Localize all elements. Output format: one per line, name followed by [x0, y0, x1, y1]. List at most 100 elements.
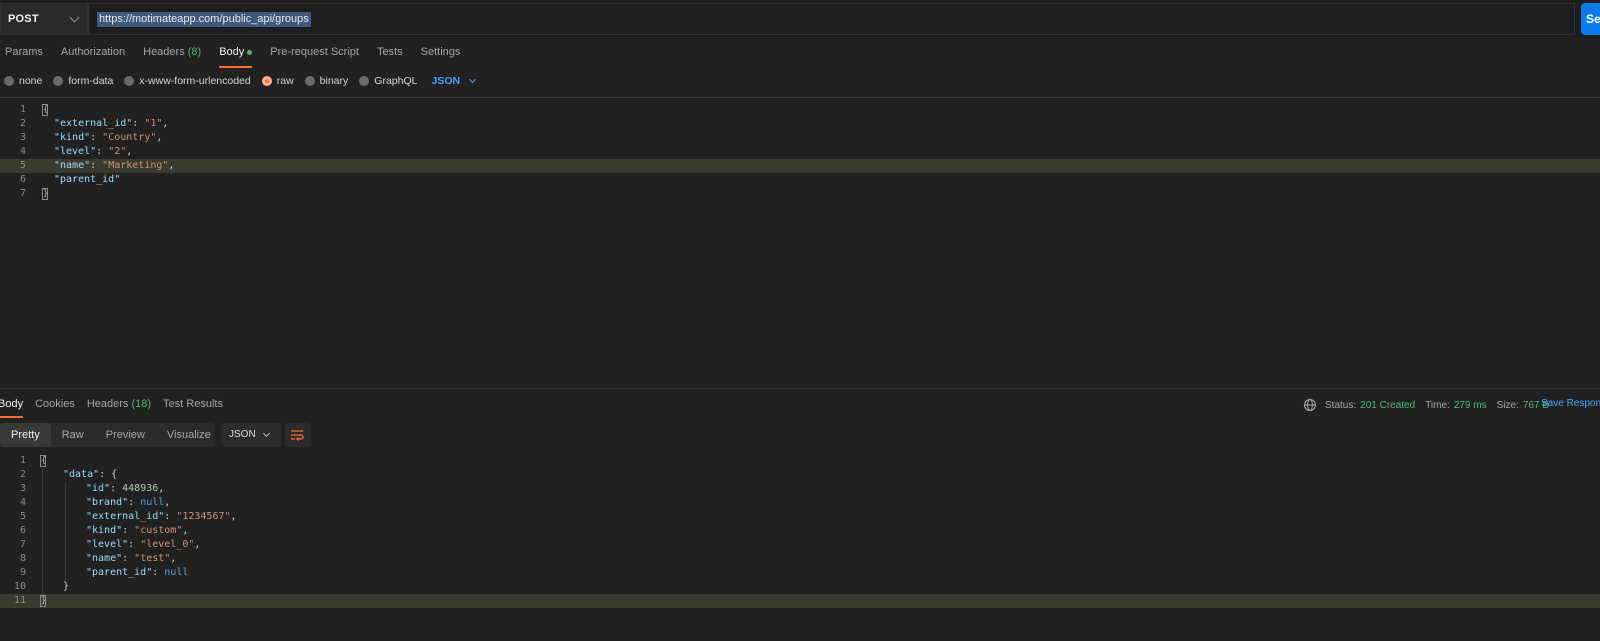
code-line[interactable]: 4 "level": "2",	[0, 145, 1600, 159]
response-format-label: JSON	[229, 429, 256, 440]
tab-response-body[interactable]: Body	[0, 396, 29, 418]
request-body-editor[interactable]: 1{2 "external_id": "1", 3 "kind": "Country"…	[0, 103, 1600, 201]
size-label: Size:	[1496, 399, 1519, 411]
radio-icon	[53, 76, 64, 86]
tab-response-headers[interactable]: Headers (18)	[81, 396, 157, 418]
wrap-lines-button[interactable]	[285, 423, 310, 447]
time-value[interactable]: 279 ms	[1454, 400, 1487, 411]
tab-label: Settings	[420, 46, 461, 58]
pane-divider[interactable]	[0, 388, 1600, 389]
tab-authorization[interactable]: Authorization	[52, 40, 134, 68]
line-number: 11	[13, 595, 26, 606]
view-visualize[interactable]: Visualize	[156, 423, 222, 447]
response-body-viewer[interactable]: 1{2 "data": {3 "id": 448936, 4 "brand": null…	[0, 454, 1600, 608]
line-number: 2	[19, 469, 26, 480]
indent-guide	[42, 468, 43, 594]
json-key: "level"	[54, 146, 97, 157]
tab-label: Cookies	[35, 398, 75, 410]
line-number: 2	[19, 118, 26, 129]
radio-binary[interactable]: binary	[304, 75, 348, 87]
headers-count: (8)	[187, 46, 202, 58]
line-number: 6	[19, 525, 26, 536]
json-separator: :	[152, 567, 165, 578]
bracket-match-marker: }	[40, 595, 47, 607]
globe-icon[interactable]	[1303, 398, 1317, 412]
code-text: "kind": "custom",	[86, 524, 188, 538]
body-format-select[interactable]: JSON	[431, 75, 477, 87]
code-text: "level": "level_0",	[86, 538, 200, 552]
json-string: "Country"	[102, 132, 157, 143]
json-punctuation: }	[63, 581, 70, 592]
tab-label: Body	[219, 46, 245, 58]
chevron-down-icon	[69, 12, 80, 23]
radio-label: x-www-form-urlencoded	[139, 75, 251, 87]
body-modified-dot-icon	[247, 49, 253, 55]
tab-test-results[interactable]: Test Results	[157, 396, 229, 418]
line-number: 10	[13, 581, 26, 592]
code-text: "name": "Marketing",	[54, 159, 174, 173]
url-input[interactable]: https://motimateapp.com/public_api/group…	[88, 3, 1575, 35]
code-line[interactable]: 3 "id": 448936,	[0, 482, 1600, 496]
line-number: 5	[19, 511, 26, 522]
json-separator: :	[99, 469, 112, 480]
code-line[interactable]: 7 "level": "level_0",	[0, 538, 1600, 552]
tab-response-cookies[interactable]: Cookies	[29, 396, 81, 418]
status-value[interactable]: 201 Created	[1360, 400, 1415, 411]
code-text: "data": {	[63, 468, 117, 482]
json-separator: :	[90, 132, 103, 143]
code-line[interactable]: 8 "name": "test",	[0, 552, 1600, 566]
radio-form-data[interactable]: form-data	[53, 75, 113, 87]
code-line[interactable]: 1{	[0, 103, 1600, 117]
tab-settings[interactable]: Settings	[412, 40, 470, 68]
time-label: Time:	[1425, 399, 1450, 411]
code-line[interactable]: 9 "parent_id": null	[0, 566, 1600, 580]
code-text: "external_id": "1",	[54, 117, 168, 131]
radio-icon	[304, 76, 315, 86]
tab-label: Tests	[376, 46, 403, 58]
bracket-match-marker: {	[40, 455, 47, 467]
code-line[interactable]: 10}	[0, 580, 1600, 594]
code-line[interactable]: 6 "kind": "custom",	[0, 524, 1600, 538]
code-line[interactable]: 5 "name": "Marketing",	[0, 159, 1600, 173]
code-line[interactable]: 1{	[0, 454, 1600, 468]
code-text: "parent_id": null	[86, 566, 188, 580]
view-pretty[interactable]: Pretty	[0, 423, 51, 447]
indent-guide	[65, 482, 66, 580]
code-line[interactable]: 5 "external_id": "1234567",	[0, 510, 1600, 524]
view-preview[interactable]: Preview	[95, 423, 156, 447]
radio-none[interactable]: none	[4, 75, 42, 87]
code-line[interactable]: 7}	[0, 187, 1600, 201]
code-line[interactable]: 2 "data": {	[0, 468, 1600, 482]
json-string: "test"	[134, 553, 171, 564]
tab-tests[interactable]: Tests	[368, 40, 412, 68]
json-key: "id"	[86, 483, 111, 494]
tab-label: Test Results	[163, 398, 223, 410]
save-response-button[interactable]: Save Response	[1541, 398, 1600, 409]
response-format-select[interactable]: JSON	[221, 423, 281, 447]
code-text: {	[42, 103, 48, 117]
tab-params[interactable]: Params	[0, 40, 52, 68]
line-number: 3	[19, 132, 26, 143]
json-string: "Marketing"	[102, 160, 169, 171]
tab-pre-request-script[interactable]: Pre-request Script	[261, 40, 368, 68]
url-text: https://motimateapp.com/public_api/group…	[97, 12, 311, 27]
code-line[interactable]: 6 "parent_id"	[0, 173, 1600, 187]
line-number: 1	[19, 455, 26, 466]
send-button[interactable]: Send	[1581, 3, 1600, 35]
radio-raw[interactable]: raw	[261, 75, 294, 87]
view-raw[interactable]: Raw	[51, 423, 95, 447]
json-key: "name"	[86, 553, 123, 564]
code-line[interactable]: 3 "kind": "Country",	[0, 131, 1600, 145]
json-key: "level"	[86, 539, 129, 550]
method-select[interactable]: POST	[0, 3, 88, 35]
tab-headers[interactable]: Headers (8)	[134, 40, 210, 68]
line-number: 5	[19, 160, 26, 171]
code-line[interactable]: 4 "brand": null,	[0, 496, 1600, 510]
json-comma: ,	[126, 146, 133, 157]
code-line[interactable]: 2 "external_id": "1",	[0, 117, 1600, 131]
json-key: "external_id"	[86, 511, 165, 522]
radio-x-www-form-urlencoded[interactable]: x-www-form-urlencoded	[124, 75, 251, 87]
radio-graphql[interactable]: GraphQL	[359, 75, 417, 87]
tab-body[interactable]: Body	[210, 40, 261, 68]
code-line[interactable]: 11}	[0, 594, 1600, 608]
